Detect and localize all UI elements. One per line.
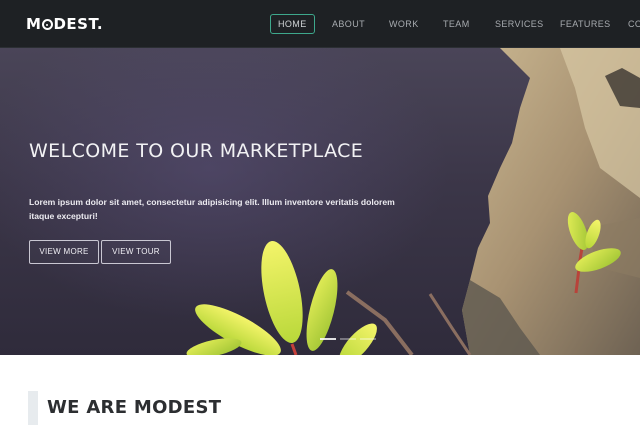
slider-dot[interactable] xyxy=(360,338,376,340)
view-more-button[interactable]: VIEW MORE xyxy=(29,240,99,264)
about-section-heading: WE ARE MODEST xyxy=(28,391,328,425)
logo-o-icon xyxy=(41,19,53,30)
logo-letter: M xyxy=(26,15,42,33)
nav-item-about[interactable]: ABOUT xyxy=(332,14,365,34)
nav-item-work[interactable]: WORK xyxy=(389,14,419,34)
view-tour-button[interactable]: VIEW TOUR xyxy=(101,240,171,264)
nav-item-team[interactable]: TEAM xyxy=(443,14,470,34)
hero-title: WELCOME TO OUR MARKETPLACE xyxy=(29,140,364,162)
hero-description: Lorem ipsum dolor sit amet, consectetur … xyxy=(29,197,395,221)
modest-logo[interactable]: M DEST. xyxy=(26,15,103,33)
nav-item-home[interactable]: HOME xyxy=(270,14,315,34)
section-title: WE ARE MODEST xyxy=(47,397,222,418)
logo-text: DEST. xyxy=(53,15,104,33)
nav-item-services[interactable]: SERVICES xyxy=(495,14,544,34)
nav-item-features[interactable]: FEATURES xyxy=(560,14,611,34)
slider-dot[interactable] xyxy=(320,338,336,340)
top-navbar: M DEST. HOME ABOUT WORK TEAM SERVICES FEA… xyxy=(0,0,640,48)
nav-item-contact[interactable]: CO xyxy=(628,14,640,34)
hero-slider: WELCOME TO OUR MARKETPLACE Lorem ipsum d… xyxy=(0,48,640,355)
slider-dot[interactable] xyxy=(340,338,356,340)
